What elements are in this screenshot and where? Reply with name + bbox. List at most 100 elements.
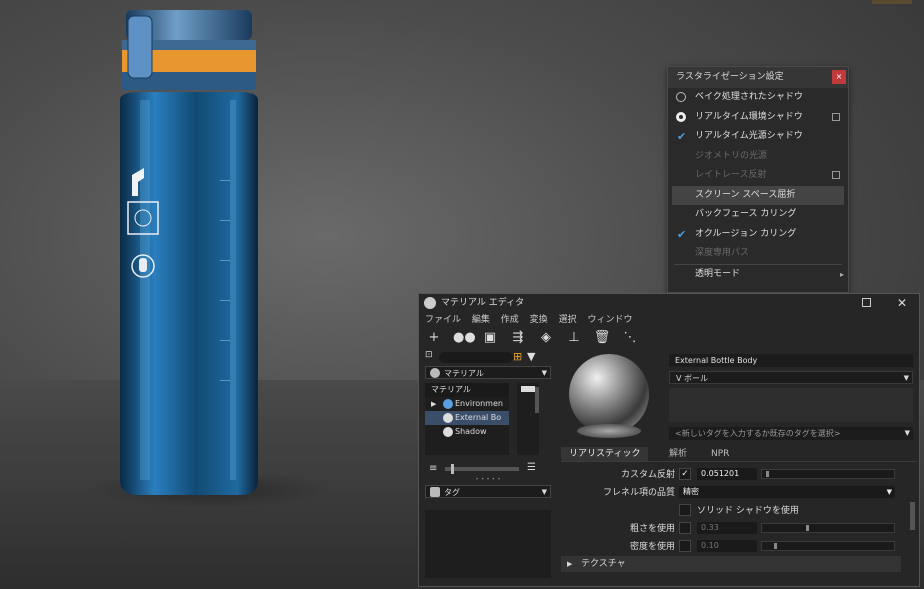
density-value[interactable]: 0.10: [697, 540, 757, 552]
option-transparency-mode[interactable]: 透明モード ▸: [668, 265, 848, 285]
slider-handle[interactable]: [451, 464, 454, 474]
environment-icon: [443, 399, 453, 409]
library-dropdown-label: マテリアル: [444, 369, 484, 378]
scrollbar[interactable]: [535, 387, 539, 413]
material-name-field[interactable]: External Bottle Body: [669, 354, 913, 367]
tag-dropdown[interactable]: タグ ▼: [425, 485, 551, 498]
option-label: バックフェース カリング: [695, 209, 797, 219]
chevron-down-icon: ▼: [886, 488, 892, 496]
apply-icon[interactable]: ◈: [537, 330, 555, 345]
tag-icon: [521, 386, 535, 392]
water-bottle-render: [90, 10, 330, 508]
custom-reflection-slider[interactable]: [761, 469, 895, 479]
chevron-down-icon: ▼: [541, 369, 547, 377]
properties-scrollbar[interactable]: [910, 502, 915, 530]
option-raytrace-reflection: レイトレース反射: [668, 166, 848, 186]
link-icon[interactable]: ●●: [453, 330, 476, 345]
tree-item-environment[interactable]: ▶ Environmen: [425, 397, 509, 411]
menu-create[interactable]: 作成: [501, 315, 519, 325]
texture-section-header[interactable]: ▶ テクスチャ: [561, 556, 901, 572]
editor-title: マテリアル エディタ: [441, 298, 525, 308]
menu-convert[interactable]: 変換: [530, 315, 548, 325]
maximize-icon[interactable]: [862, 298, 871, 307]
hamburger-icon[interactable]: ≡: [429, 463, 437, 474]
preview-base: [577, 424, 641, 438]
tree-item-label: Environmen: [455, 399, 503, 408]
option-label: ジオメトリの光源: [695, 150, 768, 161]
tag-input[interactable]: <新しいタグを入力するか既存のタグを選択> ▼: [669, 427, 913, 440]
tree-item-label: External Bo: [455, 413, 502, 422]
hierarchy-icon[interactable]: ⊞: [513, 350, 522, 363]
material-icon: [443, 427, 453, 437]
option-label: 深度専用パス: [695, 248, 750, 258]
material-tree: マテリアル ▶ Environmen External Bo Shadow: [425, 383, 539, 455]
roughness-checkbox[interactable]: [679, 522, 691, 534]
chevron-down-icon: ▼: [903, 374, 909, 382]
material-type-dropdown[interactable]: V ボール ▼: [669, 371, 913, 384]
clean-icon[interactable]: ⊥: [565, 330, 583, 345]
tab-npr[interactable]: NPR: [703, 447, 737, 461]
add-icon[interactable]: +: [425, 330, 443, 345]
search-row: ⊡ ⊞ ▼: [425, 350, 551, 366]
menu-edit[interactable]: 編集: [472, 315, 490, 325]
delete-icon[interactable]: 🗑: [593, 330, 611, 345]
splitter-handle[interactable]: • • • • •: [425, 477, 551, 483]
tag-list-panel: [425, 510, 551, 578]
tab-realistic[interactable]: リアリスティック: [561, 447, 649, 461]
roughness-value[interactable]: 0.33: [697, 522, 757, 534]
material-editor-window: マテリアル エディタ ✕ ファイル 編集 作成 変換 選択 ウィンドウ + ●●…: [418, 293, 920, 587]
menu-select[interactable]: 選択: [559, 315, 577, 325]
option-realtime-light-shadow[interactable]: ✔ リアルタイム光源シャドウ: [668, 127, 848, 147]
option-baked-shadow[interactable]: ベイク処理されたシャドウ: [668, 88, 848, 108]
menu-window[interactable]: ウィンドウ: [587, 315, 632, 325]
expand-icon[interactable]: ▶: [431, 397, 436, 411]
list-view-icon[interactable]: ☰: [527, 462, 536, 473]
search-options-icon[interactable]: ⊡: [425, 350, 433, 360]
notes-area[interactable]: [669, 388, 913, 422]
custom-reflection-checkbox[interactable]: ✓: [679, 468, 691, 480]
option-occlusion-culling[interactable]: ✔ オクルージョン カリング: [668, 225, 848, 245]
solid-shadow-checkbox[interactable]: [679, 504, 691, 516]
thumbnail-size-slider[interactable]: [445, 467, 519, 471]
material-sphere-icon: [430, 368, 440, 378]
filter-icon[interactable]: ▼: [527, 350, 535, 363]
connect-icon[interactable]: ⋱: [621, 330, 639, 345]
tag-column: [517, 383, 539, 455]
option-backface-culling[interactable]: バックフェース カリング: [668, 205, 848, 225]
checkmark-icon: ✔: [677, 227, 687, 241]
custom-reflection-row: カスタム反射 ✓ 0.051201: [561, 468, 901, 482]
roughness-slider[interactable]: [761, 523, 895, 533]
material-icon[interactable]: ▣: [481, 330, 499, 345]
library-dropdown[interactable]: マテリアル ▼: [425, 366, 551, 379]
material-preview-sphere[interactable]: [569, 354, 649, 434]
solid-shadow-row: ソリッド シャドウを使用: [561, 504, 901, 518]
property-tabs: リアリスティック 解析 NPR: [561, 447, 917, 462]
option-label: 透明モード: [695, 268, 741, 279]
search-input[interactable]: [439, 352, 513, 363]
fresnel-quality-dropdown[interactable]: 精密 ▼: [679, 486, 895, 498]
option-label: リアルタイム光源シャドウ: [695, 131, 803, 141]
option-realtime-env-shadow[interactable]: リアルタイム環境シャドウ: [668, 108, 848, 128]
property-label: ソリッド シャドウを使用: [697, 506, 799, 516]
transfer-icon[interactable]: ⇶: [509, 330, 527, 345]
corner-thumbnail: [872, 0, 912, 4]
chevron-down-icon: ▼: [541, 488, 547, 496]
menu-file[interactable]: ファイル: [425, 315, 461, 325]
tree-item-shadow[interactable]: Shadow: [425, 425, 509, 439]
tree-item-external-bottle[interactable]: External Bo: [425, 411, 509, 425]
popup-title-bar: ラスタライゼーション設定 ×: [668, 67, 848, 88]
slider-fill: [806, 525, 809, 531]
close-button[interactable]: ×: [832, 70, 846, 84]
option-screen-space-refraction[interactable]: スクリーン スペース屈折: [672, 185, 844, 205]
options-icon[interactable]: [832, 112, 840, 121]
custom-reflection-value[interactable]: 0.051201: [697, 468, 757, 480]
checkmark-icon: ✔: [677, 130, 687, 143]
tab-analysis[interactable]: 解析: [661, 447, 695, 461]
dropdown-value: 精密: [683, 487, 699, 496]
editor-title-bar: マテリアル エディタ ✕: [419, 294, 919, 313]
density-checkbox[interactable]: [679, 540, 691, 552]
property-label: 密度を使用: [629, 542, 675, 552]
density-slider[interactable]: [761, 541, 895, 551]
close-icon[interactable]: ✕: [897, 294, 907, 313]
option-label: ベイク処理されたシャドウ: [695, 92, 803, 102]
